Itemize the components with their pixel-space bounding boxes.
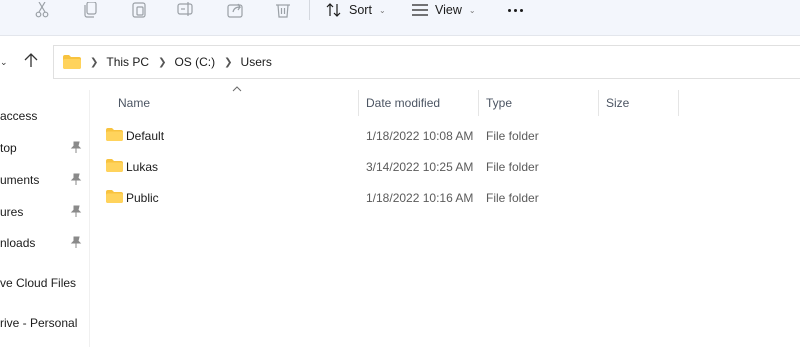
share-icon[interactable]	[225, 0, 247, 20]
pin-icon	[70, 205, 82, 217]
view-icon	[412, 4, 428, 16]
sidebar-item-onedrive-personal[interactable]: rive - Personal	[0, 313, 90, 333]
column-header-label: Size	[606, 96, 630, 110]
chevron-down-icon: ⌄	[378, 5, 386, 15]
up-arrow-icon[interactable]	[24, 53, 38, 68]
table-row[interactable]: Lukas 3/14/2022 10:25 AM File folder	[90, 154, 800, 180]
file-type: File folder	[486, 191, 539, 205]
sort-button[interactable]: Sort ⌄	[326, 0, 386, 20]
breadcrumb-this-pc[interactable]: This PC	[106, 55, 149, 69]
sort-icon	[326, 3, 341, 17]
folder-icon	[106, 190, 123, 203]
file-name: Default	[126, 129, 165, 143]
scissors-icon[interactable]	[31, 0, 53, 20]
sidebar-item-pictures[interactable]: ures	[0, 202, 90, 222]
paste-icon[interactable]	[128, 0, 150, 20]
table-row[interactable]: Public 1/18/2022 10:16 AM File folder	[90, 185, 800, 211]
column-divider[interactable]	[358, 90, 359, 116]
breadcrumb-chevron-icon[interactable]: ❯	[224, 57, 232, 68]
column-header-size[interactable]: Size	[606, 90, 629, 116]
sidebar-item-creative-cloud-files[interactable]: ve Cloud Files	[0, 273, 90, 293]
copy-icon[interactable]	[80, 0, 102, 20]
breadcrumb-chevron-icon[interactable]: ❯	[158, 57, 166, 68]
file-date-modified: 1/18/2022 10:08 AM	[366, 129, 474, 143]
folder-icon	[63, 55, 81, 69]
sidebar-item-label: ures	[0, 205, 24, 219]
column-divider[interactable]	[598, 90, 599, 116]
pin-icon	[70, 236, 82, 248]
column-header-label: Type	[486, 96, 513, 110]
command-bar: Sort ⌄ View ⌄	[0, 0, 800, 36]
column-divider[interactable]	[678, 90, 679, 116]
column-header-date-modified[interactable]: Date modified	[366, 90, 440, 116]
sidebar-item-quick-access[interactable]: access	[0, 106, 90, 126]
sort-ascending-icon	[232, 86, 242, 92]
column-header-type[interactable]: Type	[486, 90, 512, 116]
folder-icon	[106, 159, 123, 172]
file-list: Name Date modified Type Size Default 1/1…	[90, 80, 800, 347]
file-name: Public	[126, 191, 159, 205]
chevron-down-icon: ⌄	[468, 5, 476, 15]
pin-icon	[70, 141, 82, 153]
sidebar-item-label: nloads	[0, 236, 36, 250]
breadcrumb-os-c[interactable]: OS (C:)	[174, 55, 215, 69]
breadcrumb-chevron-icon[interactable]: ❯	[90, 57, 98, 68]
address-bar[interactable]: ❯ This PC ❯ OS (C:) ❯ Users	[53, 45, 800, 79]
rename-icon[interactable]	[175, 0, 197, 20]
sidebar-item-documents[interactable]: uments	[0, 170, 90, 190]
column-header-label: Name	[118, 96, 151, 110]
sidebar-item-desktop[interactable]: top	[0, 138, 90, 158]
column-header-label: Date modified	[366, 96, 441, 110]
column-header-name[interactable]: Name	[118, 90, 150, 116]
sidebar-item-label: ve Cloud Files	[0, 276, 77, 290]
breadcrumb-users[interactable]: Users	[241, 55, 272, 69]
sidebar-item-label: uments	[0, 173, 40, 187]
file-type: File folder	[486, 160, 539, 174]
navigation-pane: access top uments ures nloads ve Cloud F…	[0, 90, 90, 347]
view-button[interactable]: View ⌄	[412, 0, 476, 20]
table-row[interactable]: Default 1/18/2022 10:08 AM File folder	[90, 123, 800, 149]
file-date-modified: 3/14/2022 10:25 AM	[366, 160, 474, 174]
sidebar-item-label: top	[0, 141, 17, 155]
file-date-modified: 1/18/2022 10:16 AM	[366, 191, 474, 205]
file-name: Lukas	[126, 160, 159, 174]
file-type: File folder	[486, 129, 539, 143]
folder-icon	[106, 128, 123, 141]
more-options-button[interactable]	[508, 0, 523, 20]
toolbar-divider	[309, 0, 310, 20]
sidebar-item-label: access	[0, 109, 38, 123]
pin-icon	[70, 173, 82, 185]
view-label: View	[435, 3, 462, 17]
chevron-down-icon[interactable]: ⌄	[0, 57, 8, 68]
navigation-row: ⌄ ❯ This PC ❯ OS (C:) ❯ Users	[0, 44, 800, 80]
sort-label: Sort	[349, 3, 372, 17]
column-divider[interactable]	[478, 90, 479, 116]
delete-icon[interactable]	[272, 0, 294, 20]
sidebar-item-downloads[interactable]: nloads	[0, 233, 90, 253]
sidebar-item-label: rive - Personal	[0, 316, 78, 330]
